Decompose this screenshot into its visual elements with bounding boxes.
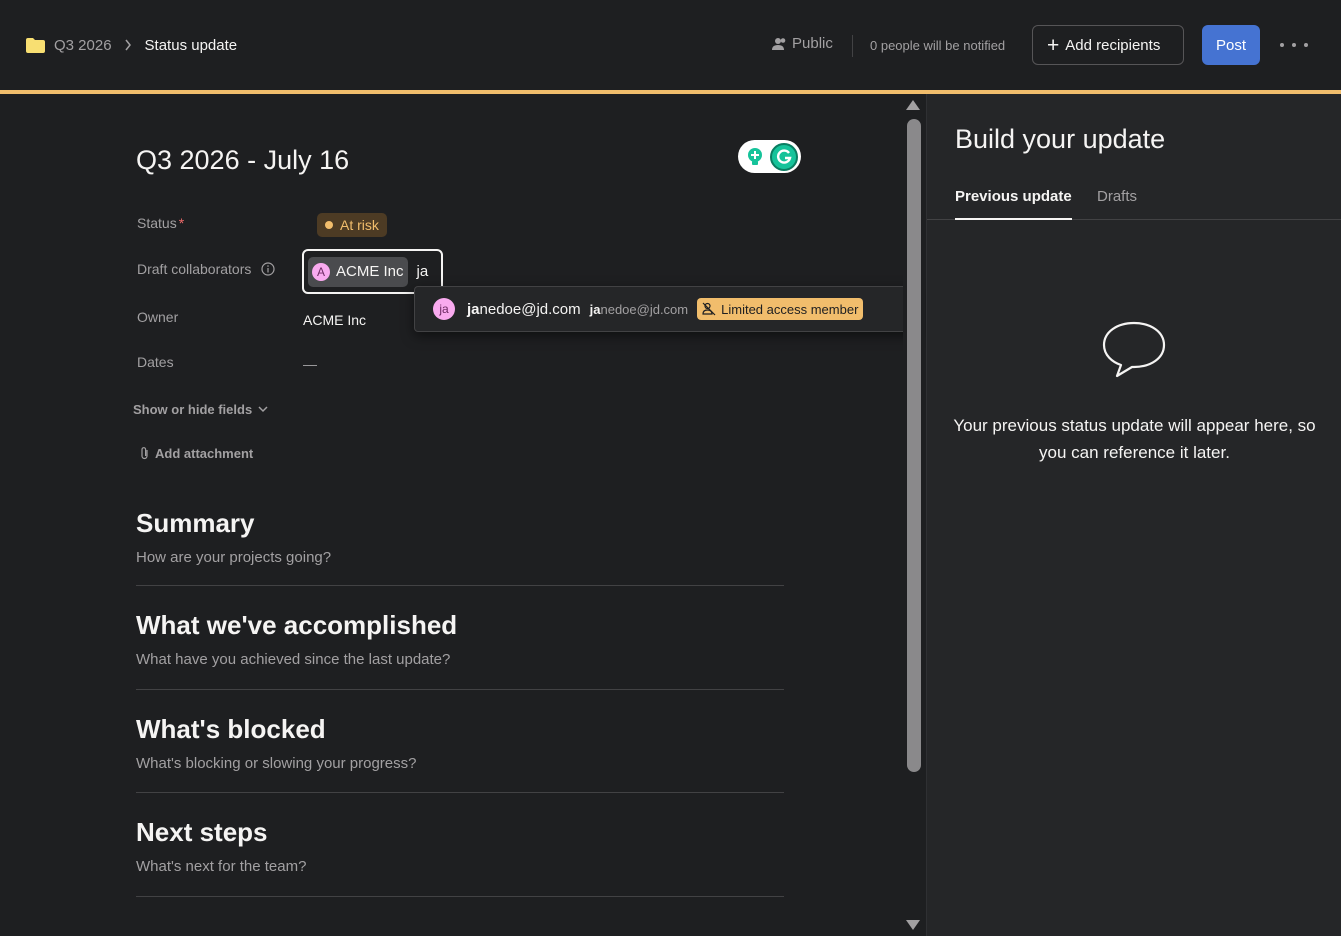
show-hide-fields-button[interactable]: Show or hide fields [133, 402, 268, 417]
owner-label: Owner [137, 309, 179, 325]
next-steps-section[interactable]: Next steps What's next for the team? [136, 817, 784, 897]
suggestion-name[interactable]: janedoe@jd.com [467, 301, 581, 318]
chevron-down-icon [258, 406, 268, 413]
avatar: A [312, 262, 330, 281]
accomplished-heading: What we've accomplished [136, 610, 458, 640]
panel-title: Build your update [955, 124, 1166, 154]
tab-drafts[interactable]: Drafts [1097, 188, 1137, 220]
info-icon[interactable] [261, 262, 275, 279]
notified-count: 0 people will be notified [870, 38, 1006, 53]
grammarly-widget[interactable] [738, 140, 801, 173]
breadcrumb-parent-link[interactable]: Q3 2026 [54, 37, 112, 54]
blocked-section[interactable]: What's blocked What's blocking or slowin… [136, 714, 784, 793]
empty-state-text: Your previous status update will appear … [953, 416, 1316, 462]
add-attachment-button[interactable]: Add attachment [139, 446, 253, 461]
people-icon [772, 37, 786, 50]
scroll-thumb[interactable] [907, 119, 921, 772]
next-steps-placeholder[interactable]: What's next for the team? [136, 858, 784, 875]
add-recipients-label: Add recipients [1065, 36, 1161, 54]
visibility-public-button[interactable]: Public [772, 35, 833, 52]
scroll-down-arrow[interactable] [906, 920, 920, 930]
post-button[interactable]: Post [1202, 25, 1260, 65]
summary-placeholder[interactable]: How are your projects going? [136, 549, 784, 566]
lightbulb-icon[interactable] [742, 143, 768, 170]
restricted-user-icon [702, 302, 716, 316]
suggestion-email: janedoe@jd.com [589, 301, 689, 317]
folder-icon [26, 37, 45, 53]
tab-previous-update[interactable]: Previous update [955, 188, 1072, 220]
scroll-up-arrow[interactable] [906, 100, 920, 110]
page-title[interactable]: Q3 2026 - July 16 [136, 145, 349, 176]
owner-value[interactable]: ACME Inc [303, 312, 366, 328]
header-divider [852, 35, 853, 57]
panel-tabs: Previous update Drafts [927, 176, 1341, 220]
status-dot [325, 221, 333, 229]
top-bar: Q3 2026 Status update Public 0 people wi… [0, 0, 1341, 90]
accomplished-section[interactable]: What we've accomplished What have you ac… [136, 610, 784, 690]
status-badge[interactable]: At risk [317, 213, 387, 237]
build-update-panel: Build your update Previous update Drafts… [926, 94, 1341, 936]
visibility-label: Public [792, 35, 833, 52]
dates-value[interactable]: — [303, 356, 317, 372]
plus-icon: + [1047, 33, 1060, 57]
summary-heading: Summary [136, 508, 255, 538]
dates-label: Dates [137, 354, 174, 370]
editor: Q3 2026 - July 16 Status * At risk Draft … [0, 94, 920, 936]
chevron-right-icon [124, 39, 132, 51]
add-recipients-button[interactable]: + Add recipients [1032, 25, 1184, 65]
status-label: Status * [137, 215, 185, 231]
blocked-placeholder[interactable]: What's blocking or slowing your progress… [136, 755, 784, 772]
breadcrumb: Q3 2026 Status update [26, 34, 237, 56]
draft-collaborators-label: Draft collaborators [137, 261, 275, 279]
mention-suggestion-dropdown[interactable]: ja janedoe@jd.com janedoe@jd.com Limited… [414, 286, 920, 332]
breadcrumb-current: Status update [144, 36, 238, 54]
avatar: ja [433, 298, 455, 320]
more-options-icon[interactable] [1280, 34, 1308, 56]
speech-bubble-icon [1101, 320, 1167, 383]
summary-section[interactable]: Summary How are your projects going? [136, 508, 784, 586]
blocked-heading: What's blocked [136, 714, 326, 744]
collaborators-typed-text: ja [416, 263, 429, 280]
next-steps-heading: Next steps [136, 817, 268, 847]
collaborator-token[interactable]: A ACME Inc [308, 256, 408, 287]
paperclip-icon [141, 447, 148, 460]
grammarly-icon[interactable] [770, 142, 798, 171]
limited-access-badge: Limited access member [697, 298, 864, 320]
accomplished-placeholder[interactable]: What have you achieved since the last up… [136, 651, 784, 668]
